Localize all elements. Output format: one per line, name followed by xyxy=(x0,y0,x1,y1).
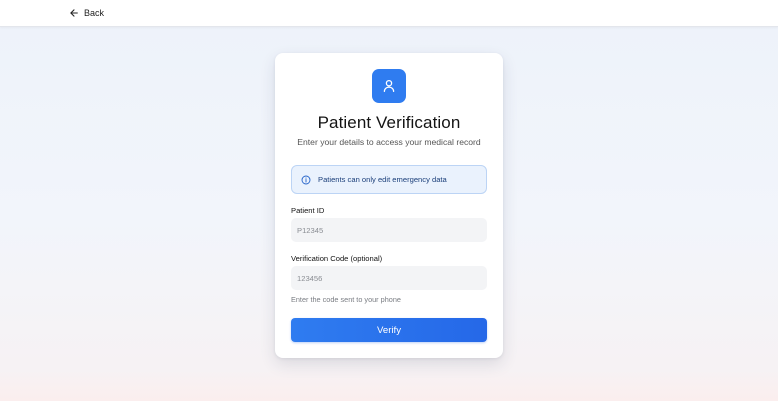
verify-button[interactable]: Verify xyxy=(291,318,487,342)
patient-id-label: Patient ID xyxy=(291,206,325,215)
back-label: Back xyxy=(84,8,105,18)
verification-code-hint: Enter the code sent to your phone xyxy=(291,295,401,304)
notice-text: Patients can only edit emergency data xyxy=(318,175,447,184)
arrow-left-icon xyxy=(70,9,78,17)
user-badge xyxy=(372,69,406,103)
verification-code-label: Verification Code (optional) xyxy=(291,254,383,263)
verification-code-input[interactable] xyxy=(291,266,487,290)
info-notice: Patients can only edit emergency data xyxy=(291,165,487,194)
top-bar: Back xyxy=(0,0,778,27)
page-title: Patient Verification xyxy=(317,113,461,132)
patient-id-input[interactable] xyxy=(291,218,487,242)
user-icon xyxy=(383,79,395,93)
info-icon xyxy=(301,175,311,184)
back-button[interactable]: Back xyxy=(69,6,104,20)
page-subtitle: Enter your details to access your medica… xyxy=(297,137,481,147)
verification-card: Patient Verification Enter your details … xyxy=(275,53,503,358)
